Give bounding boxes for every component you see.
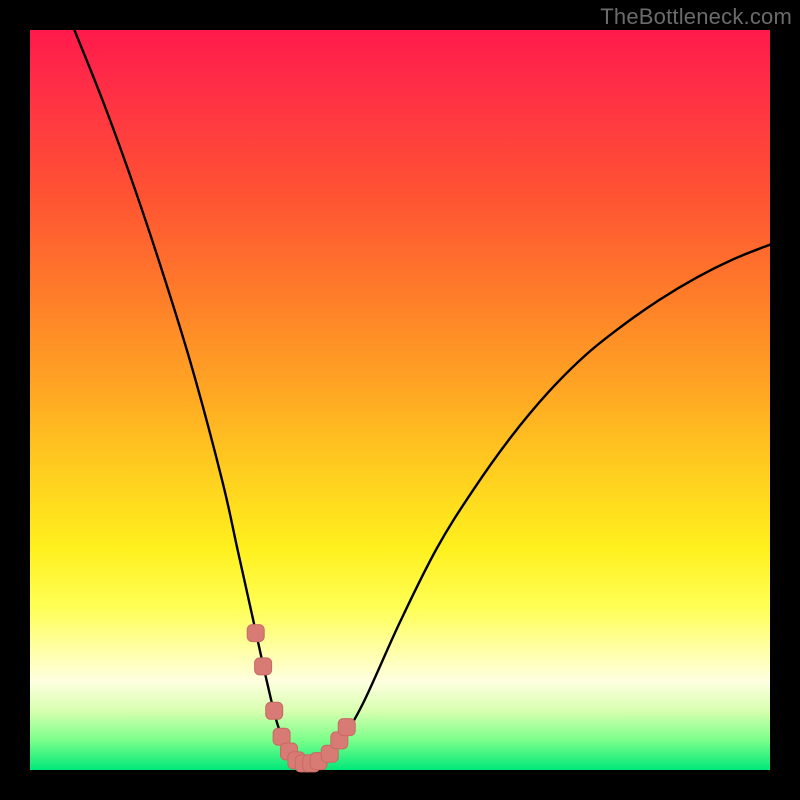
bottleneck-curve bbox=[74, 30, 770, 764]
highlight-marker bbox=[338, 719, 355, 736]
chart-frame: TheBottleneck.com bbox=[0, 0, 800, 800]
highlight-marker bbox=[247, 625, 264, 642]
highlight-marker bbox=[255, 658, 272, 675]
plot-area bbox=[30, 30, 770, 770]
chart-svg bbox=[30, 30, 770, 770]
highlight-marker bbox=[266, 702, 283, 719]
highlight-markers bbox=[247, 625, 355, 772]
watermark-text: TheBottleneck.com bbox=[600, 4, 792, 30]
